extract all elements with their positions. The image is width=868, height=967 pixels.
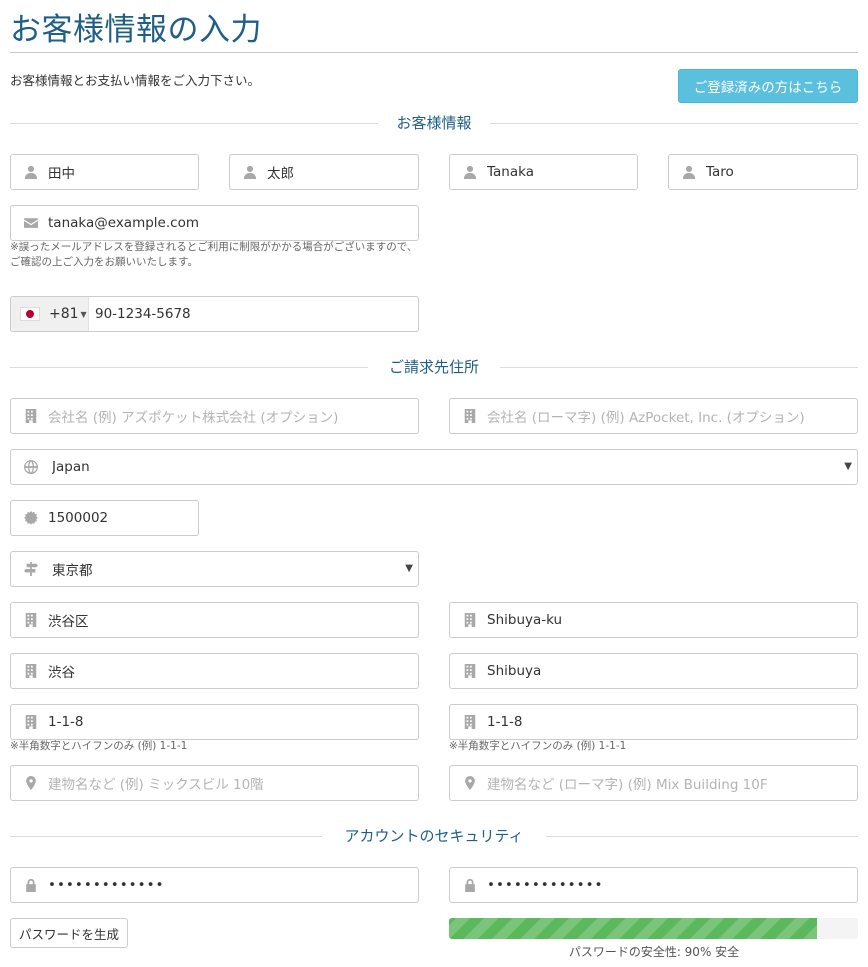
building-icon [462, 612, 478, 628]
town-value: 渋谷 [48, 665, 75, 681]
building-icon [23, 714, 39, 730]
section-title-customer: お客様情報 [382, 114, 486, 132]
first-name-kanji-value: 太郎 [267, 166, 294, 182]
email-value: tanaka@example.com [48, 215, 199, 231]
last-name-kanji-field[interactable]: 田中 [10, 154, 199, 190]
building-icon [23, 663, 39, 679]
building-icon [462, 408, 478, 424]
person-icon [23, 164, 39, 180]
password-strength-fill [449, 918, 818, 939]
last-name-kanji-value: 田中 [48, 166, 75, 182]
building-icon [23, 408, 39, 424]
section-billing-address: ご請求先住所 [10, 357, 858, 377]
phone-field[interactable]: +81 ▼ 90-1234-5678 [10, 296, 419, 332]
person-icon [462, 164, 478, 180]
caret-down-icon: ▼ [80, 309, 87, 319]
existing-user-login-button[interactable]: ご登録済みの方はこちら [678, 69, 858, 103]
prefecture-select[interactable]: 東京都 ▼ [10, 551, 419, 587]
first-name-kanji-field[interactable]: 太郎 [229, 154, 419, 190]
map-marker-icon [462, 775, 478, 791]
prefecture-value: 東京都 [52, 563, 93, 579]
intro-text: お客様情報とお支払い情報をご入力下さい。 [10, 73, 261, 88]
person-icon [681, 164, 697, 180]
street-note: ※半角数字とハイフンのみ (例) 1-1-1 [10, 740, 188, 752]
building-placeholder: 建物名など (例) ミックスビル 10階 [48, 777, 264, 793]
company-name-field[interactable]: 会社名 (例) アズポケット株式会社 (オプション) [10, 398, 419, 434]
first-name-roman-value: Taro [706, 164, 734, 180]
town-roman-field[interactable]: Shibuya [449, 653, 858, 689]
city-roman-value: Shibuya-ku [487, 612, 563, 628]
envelope-icon [23, 215, 39, 231]
company-name-placeholder: 会社名 (例) アズポケット株式会社 (オプション) [48, 410, 339, 426]
password-confirm-field[interactable]: ••••••••••••• [449, 867, 858, 903]
section-title-billing: ご請求先住所 [374, 358, 493, 376]
building-field[interactable]: 建物名など (例) ミックスビル 10階 [10, 765, 419, 801]
street-roman-note: ※半角数字とハイフンのみ (例) 1-1-1 [449, 740, 627, 752]
section-customer-info: お客様情報 [10, 113, 858, 133]
password-value: ••••••••••••• [48, 877, 165, 893]
signpost-icon [23, 561, 39, 577]
generate-password-button[interactable]: パスワードを生成 [10, 918, 128, 948]
caret-down-icon: ▼ [844, 461, 852, 472]
last-name-roman-value: Tanaka [487, 164, 534, 180]
street-field[interactable]: 1-1-8 [10, 704, 419, 740]
lock-icon [462, 877, 478, 893]
map-marker-icon [23, 775, 39, 791]
title-divider [10, 52, 858, 53]
building-icon [23, 612, 39, 628]
last-name-roman-field[interactable]: Tanaka [449, 154, 638, 190]
first-name-roman-field[interactable]: Taro [668, 154, 858, 190]
dial-code: +81 [49, 306, 79, 322]
building-icon [462, 663, 478, 679]
caret-down-icon: ▼ [405, 563, 413, 574]
section-account-security: アカウントのセキュリティ [10, 826, 858, 846]
city-field[interactable]: 渋谷区 [10, 602, 419, 638]
building-icon [462, 714, 478, 730]
country-value: Japan [52, 459, 90, 475]
building-roman-field[interactable]: 建物名など (ローマ字) (例) Mix Building 10F [449, 765, 858, 801]
city-roman-field[interactable]: Shibuya-ku [449, 602, 858, 638]
email-note: ※誤ったメールアドレスを登録されるとご利用に制限がかかる場合がございますので、ご… [10, 241, 418, 268]
country-select[interactable]: Japan ▼ [10, 449, 858, 485]
password-strength-text: パスワードの安全性: 90% 安全 [568, 945, 740, 959]
city-value: 渋谷区 [48, 614, 89, 630]
town-field[interactable]: 渋谷 [10, 653, 419, 689]
page-title: お客様情報の入力 [10, 12, 262, 48]
lock-icon [23, 877, 39, 893]
street-value: 1-1-8 [48, 714, 84, 730]
street-roman-value: 1-1-8 [487, 714, 523, 730]
company-name-roman-placeholder: 会社名 (ローマ字) (例) AzPocket, Inc. (オプション) [487, 410, 805, 426]
section-title-security: アカウントのセキュリティ [330, 827, 538, 845]
email-field[interactable]: tanaka@example.com [10, 205, 419, 241]
postal-code-field[interactable]: 1500002 [10, 500, 199, 536]
phone-number-value: 90-1234-5678 [95, 306, 191, 322]
street-roman-field[interactable]: 1-1-8 [449, 704, 858, 740]
password-confirm-value: ••••••••••••• [487, 877, 604, 893]
person-icon [242, 164, 258, 180]
town-roman-value: Shibuya [487, 663, 542, 679]
building-roman-placeholder: 建物名など (ローマ字) (例) Mix Building 10F [487, 777, 768, 793]
japan-flag-icon [20, 307, 40, 321]
badge-icon [23, 510, 39, 526]
country-code-selector[interactable]: +81 ▼ [11, 297, 89, 331]
password-strength-bar [449, 918, 858, 939]
company-name-roman-field[interactable]: 会社名 (ローマ字) (例) AzPocket, Inc. (オプション) [449, 398, 858, 434]
postal-code-value: 1500002 [48, 510, 109, 526]
globe-icon [23, 459, 39, 475]
password-field[interactable]: ••••••••••••• [10, 867, 419, 903]
